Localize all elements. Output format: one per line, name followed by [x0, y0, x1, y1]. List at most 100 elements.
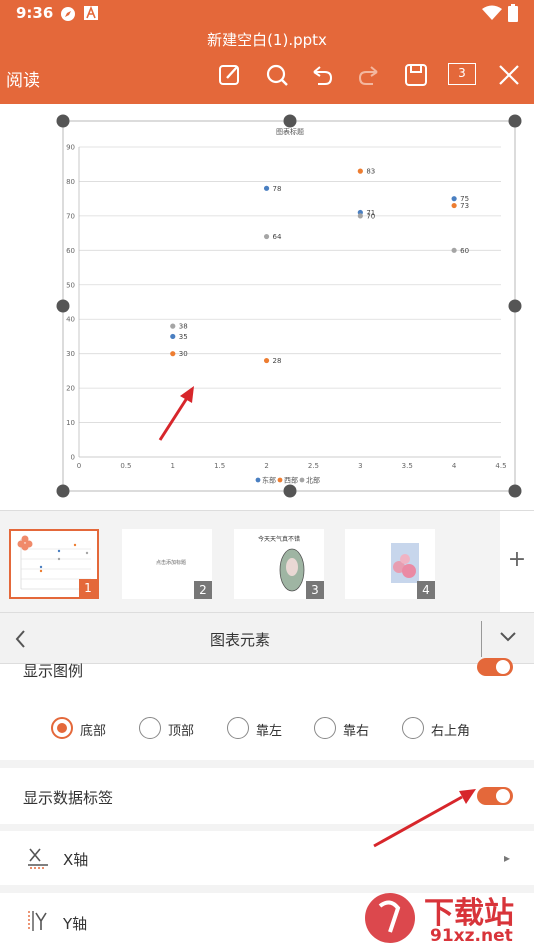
battery-icon	[508, 4, 518, 22]
resize-handle[interactable]	[283, 114, 297, 128]
y-axis-icon	[28, 911, 47, 931]
data-label: 73	[460, 202, 469, 210]
legend-position-top-radio[interactable]	[139, 717, 161, 739]
data-point	[451, 247, 457, 253]
x-tick-label: 2	[264, 462, 268, 470]
data-point	[263, 357, 270, 364]
app-header: 9:36 新建空白(1).pptx 阅读 3	[0, 0, 534, 104]
resize-handle[interactable]	[283, 484, 297, 498]
data-point	[170, 351, 176, 357]
legend-position-bottom-radio[interactable]	[51, 717, 73, 739]
toggle-knob	[496, 789, 510, 803]
undo-icon[interactable]	[309, 62, 335, 88]
data-label: 60	[460, 247, 469, 255]
x-tick-label: 0.5	[120, 462, 131, 470]
y-tick-label: 10	[66, 419, 75, 427]
chevron-down-icon[interactable]	[498, 630, 518, 644]
legend-position-top-right-radio[interactable]	[402, 717, 424, 739]
resize-handle[interactable]	[56, 299, 70, 313]
compass-icon	[61, 7, 75, 21]
save-icon[interactable]	[403, 62, 429, 88]
x-axis-row[interactable]: X轴 ▸	[0, 831, 534, 885]
x-tick-label: 2.5	[308, 462, 319, 470]
thumb-text: 今天天气真不错	[257, 536, 300, 543]
plus-icon: +	[507, 547, 527, 572]
data-point	[263, 233, 270, 240]
search-icon[interactable]	[264, 62, 290, 88]
legend-marker	[299, 477, 305, 483]
chart-title: 图表标题	[276, 127, 304, 136]
x-tick-label: 3.5	[402, 462, 413, 470]
show-legend-toggle[interactable]	[477, 658, 513, 676]
scatter-chart[interactable]: 图表标题 0 10 20 30 40 50 60 70 80 90 0 0.5 1 1.5 2 2.5 3 3.5 4…	[0, 104, 534, 510]
legend-position-left-radio[interactable]	[227, 717, 249, 739]
data-point	[170, 323, 176, 329]
slide-thumbnail-2[interactable]: 点击添加标题 2	[122, 529, 212, 599]
data-point	[357, 168, 363, 174]
add-slide-button[interactable]: +	[500, 511, 534, 613]
site-watermark: 下载站 91xz.net	[360, 888, 534, 950]
redo-icon[interactable]	[356, 62, 382, 88]
legend-position-bottom-label: 底部	[80, 724, 107, 739]
data-label: 64	[273, 233, 282, 241]
resize-handle[interactable]	[56, 484, 70, 498]
y-axis-label: Y轴	[63, 915, 88, 933]
data-point	[357, 213, 363, 219]
close-icon[interactable]	[496, 62, 522, 88]
resize-handle[interactable]	[508, 484, 522, 498]
y-tick-label: 70	[66, 212, 75, 220]
legend-marker	[255, 477, 261, 483]
show-legend-section: 显示图例	[0, 658, 534, 760]
divider	[481, 621, 482, 657]
panel-title: 图表元素	[209, 631, 270, 649]
read-mode-button[interactable]: 阅读	[6, 66, 40, 91]
show-data-labels-label: 显示数据标签	[23, 789, 114, 807]
data-point	[451, 196, 457, 202]
thumb-image-flowers	[391, 543, 419, 583]
x-tick-label: 3	[358, 462, 362, 470]
y-tick-label: 40	[66, 316, 75, 324]
slide-canvas[interactable]: 图表标题 0 10 20 30 40 50 60 70 80 90 0 0.5 1 1.5 2 2.5 3 3.5 4…	[0, 104, 534, 510]
y-tick-label: 0	[71, 454, 75, 462]
legend-position-right-radio[interactable]	[314, 717, 336, 739]
page-count-icon[interactable]: 3	[448, 63, 476, 85]
y-tick-label: 90	[66, 144, 75, 152]
chevron-right-icon: ▸	[504, 851, 511, 865]
data-point	[451, 202, 457, 209]
resize-handle[interactable]	[56, 114, 70, 128]
legend-entry: 东部	[262, 476, 276, 485]
thumbnail-number: 1	[79, 579, 97, 597]
legend-marker	[277, 477, 283, 483]
watermark-url: 91xz.net	[430, 926, 513, 946]
slide-thumbnail-3[interactable]: 今天天气真不错 3	[234, 529, 324, 599]
y-tick-label: 50	[66, 281, 75, 289]
flower-logo-icon	[17, 535, 33, 551]
data-label: 28	[273, 357, 282, 365]
thumb-text: 点击添加标题	[156, 560, 187, 566]
legend-position-top-right-label: 右上角	[431, 724, 471, 739]
show-data-labels-toggle[interactable]	[477, 787, 513, 805]
toggle-knob	[496, 660, 510, 674]
slide-thumbnail-4[interactable]: 4	[345, 529, 435, 599]
slide-thumbnail-strip: 1 点击添加标题 2 今天天气真不错 3 4 +	[0, 510, 534, 613]
edit-icon[interactable]	[217, 62, 243, 88]
legend-position-right-label: 靠右	[343, 724, 370, 739]
x-tick-label: 1	[171, 462, 175, 470]
y-tick-label: 30	[66, 350, 75, 358]
chart-elements-panel-header: 图表元素	[0, 612, 534, 664]
y-tick-label: 60	[66, 247, 75, 255]
x-tick-label: 4	[452, 462, 457, 470]
slide-thumbnail-1[interactable]: 1	[9, 529, 99, 599]
data-label: 30	[179, 350, 188, 358]
resize-handle[interactable]	[508, 299, 522, 313]
thumbnail-number: 3	[306, 581, 324, 599]
selection-frame[interactable]	[62, 120, 516, 492]
a-badge-icon	[84, 6, 98, 20]
show-legend-label: 显示图例	[23, 662, 84, 680]
wifi-icon	[482, 5, 502, 20]
resize-handle[interactable]	[508, 114, 522, 128]
data-point	[263, 185, 270, 191]
thumbnail-number: 4	[417, 581, 435, 599]
legend-entry: 北部	[306, 476, 320, 485]
data-label: 83	[366, 168, 375, 176]
